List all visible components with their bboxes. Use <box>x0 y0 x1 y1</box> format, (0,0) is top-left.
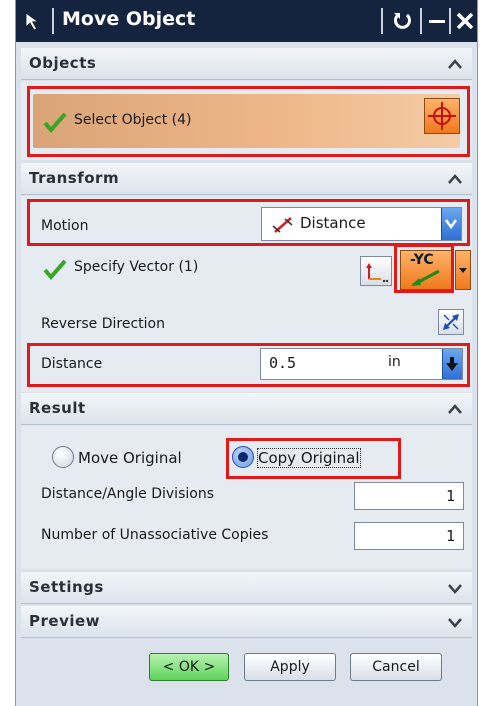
inferred-vector-button[interactable] <box>360 256 392 286</box>
title-separator <box>381 8 383 34</box>
reverse-direction-label: Reverse Direction <box>41 316 165 332</box>
chevron-down-icon <box>444 219 458 230</box>
divisions-value: 1 <box>445 487 455 505</box>
section-header-preview[interactable]: Preview <box>21 606 472 638</box>
section-title-settings: Settings <box>29 578 104 596</box>
chevron-down-icon[interactable] <box>446 579 464 597</box>
vector-yc-label: -YC <box>410 252 434 268</box>
copy-original-label: Copy Original <box>257 448 361 468</box>
copy-original-radio[interactable] <box>232 446 254 468</box>
move-object-dialog: Move Object Objects Select Object (4) Tr… <box>15 0 478 706</box>
chevron-down-icon <box>459 268 467 273</box>
distance-options-arrow[interactable] <box>442 349 462 379</box>
check-icon <box>43 112 67 133</box>
move-original-label: Move Original <box>78 449 182 467</box>
copies-field[interactable]: 1 <box>354 522 464 550</box>
section-header-transform[interactable]: Transform <box>21 163 472 195</box>
chevron-down-icon[interactable] <box>446 613 464 631</box>
specify-vector-label: Specify Vector (1) <box>74 259 199 275</box>
select-object-button[interactable] <box>424 98 460 134</box>
reverse-direction-icon <box>443 314 459 330</box>
copies-label: Number of Unassociative Copies <box>41 527 269 543</box>
crosshair-icon <box>428 102 456 130</box>
vector-dropdown-arrow[interactable] <box>455 250 471 290</box>
motion-dropdown-arrow[interactable] <box>441 208 461 240</box>
close-icon <box>456 12 474 30</box>
minimize-icon <box>429 20 445 23</box>
window-title: Move Object <box>62 8 196 30</box>
title-separator <box>52 8 54 34</box>
title-separator <box>420 8 422 34</box>
ok-button[interactable]: < OK > <box>149 653 229 681</box>
distance-unit: in <box>388 354 401 370</box>
chevron-down-icon <box>446 357 458 371</box>
vector-yc-button[interactable]: -YC <box>400 250 454 290</box>
vector-yc-icon <box>411 269 440 287</box>
select-object-label: Select Object (4) <box>74 112 192 128</box>
cancel-button[interactable]: Cancel <box>350 653 442 681</box>
section-title-objects: Objects <box>29 54 97 72</box>
section-title-result: Result <box>29 399 86 417</box>
move-arrow-icon <box>25 12 40 31</box>
close-button[interactable] <box>451 8 479 34</box>
reverse-direction-button[interactable] <box>438 309 464 335</box>
reset-button[interactable] <box>388 8 416 34</box>
motion-dropdown[interactable]: Distance <box>261 207 462 241</box>
reset-icon <box>394 13 411 29</box>
motion-value: Distance <box>300 214 366 232</box>
section-header-settings[interactable]: Settings <box>21 572 472 604</box>
minimize-button[interactable] <box>423 8 451 34</box>
apply-button[interactable]: Apply <box>244 653 336 681</box>
copies-value: 1 <box>445 527 455 545</box>
chevron-up-icon[interactable] <box>446 55 464 73</box>
inferred-vector-icon <box>366 263 389 283</box>
section-title-preview: Preview <box>29 612 101 630</box>
check-icon <box>43 259 67 280</box>
section-header-objects[interactable]: Objects <box>21 48 472 80</box>
distance-icon <box>272 217 293 233</box>
section-header-result[interactable]: Result <box>21 393 472 425</box>
title-bar[interactable]: Move Object <box>16 0 477 42</box>
distance-value: 0.5 <box>269 354 297 372</box>
distance-field[interactable]: 0.5 in <box>260 348 463 380</box>
distance-label: Distance <box>41 356 103 372</box>
chevron-up-icon[interactable] <box>446 400 464 418</box>
move-original-radio[interactable] <box>52 446 74 468</box>
divisions-field[interactable]: 1 <box>354 482 464 510</box>
chevron-up-icon[interactable] <box>446 170 464 188</box>
motion-label: Motion <box>41 218 89 234</box>
section-title-transform: Transform <box>29 169 120 187</box>
divisions-label: Distance/Angle Divisions <box>41 486 214 502</box>
